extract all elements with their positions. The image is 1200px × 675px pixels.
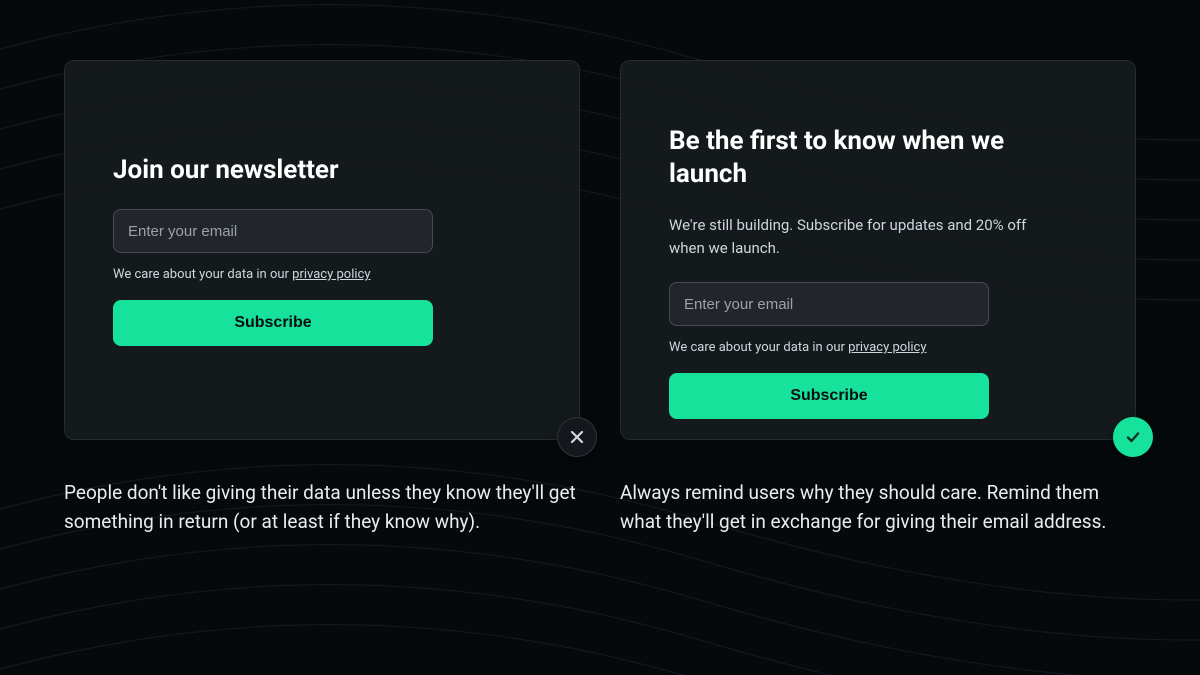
newsletter-card-bad: Join our newsletter We care about your d… [64, 60, 580, 440]
bad-example-column: Join our newsletter We care about your d… [64, 60, 580, 537]
privacy-text: We care about your data in our privacy p… [669, 340, 1087, 355]
privacy-prefix: We care about your data in our [669, 340, 848, 355]
privacy-policy-link[interactable]: privacy policy [292, 267, 370, 282]
x-icon [557, 417, 597, 457]
bad-example-caption: People don't like giving their data unle… [64, 478, 580, 537]
privacy-text: We care about your data in our privacy p… [113, 267, 531, 282]
privacy-prefix: We care about your data in our [113, 267, 292, 282]
card-title: Be the first to know when we launch [669, 125, 1087, 192]
subscribe-button[interactable]: Subscribe [669, 373, 989, 419]
newsletter-card-good: Be the first to know when we launch We'r… [620, 60, 1136, 440]
check-icon [1113, 417, 1153, 457]
email-input[interactable] [669, 282, 989, 326]
card-subtitle: We're still building. Subscribe for upda… [669, 214, 1029, 261]
subscribe-button[interactable]: Subscribe [113, 300, 433, 346]
email-input[interactable] [113, 209, 433, 253]
card-title: Join our newsletter [113, 154, 531, 187]
privacy-policy-link[interactable]: privacy policy [848, 340, 926, 355]
good-example-caption: Always remind users why they should care… [620, 478, 1136, 537]
good-example-column: Be the first to know when we launch We'r… [620, 60, 1136, 537]
